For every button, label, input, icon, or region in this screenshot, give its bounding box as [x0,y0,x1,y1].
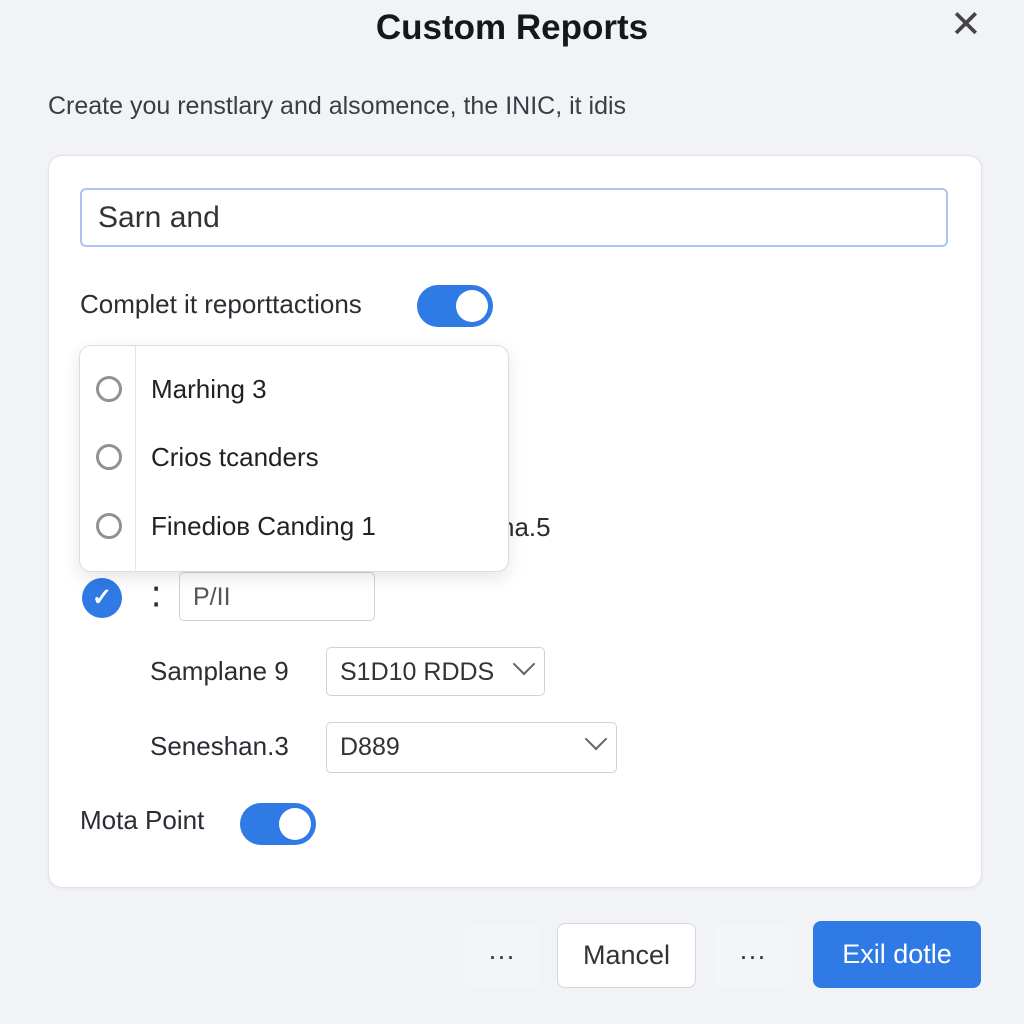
option-label: Crios tcanders [151,442,319,472]
dialog-subtitle: Create you renstlary and alsomence, the … [48,92,627,120]
drag-handle-icon: ⁚ [152,582,161,612]
select1-value: S1D10 RDDS [340,658,495,686]
checkbox-checked[interactable]: ✓ [82,578,122,618]
dialog-title: Custom Reports [375,8,649,47]
radio-icon [96,376,122,402]
small-input[interactable]: P/II [179,572,375,621]
cancel-button[interactable]: Mancel [557,923,696,988]
chevron-down-icon [512,652,536,676]
mota-point-toggle[interactable] [240,803,316,845]
option-label: Marhing 3 [151,374,267,404]
option-label: Finedioв Canding 1 [151,511,376,541]
radio-icon [96,444,122,470]
dropdown-option[interactable]: Crios tcanders [80,429,508,489]
select2-value: D889 [340,733,400,761]
radio-icon [96,513,122,539]
report-actions-toggle[interactable] [417,285,493,327]
toggle-knob [279,808,311,840]
toggle2-label: Mota Point [80,805,205,835]
chevron-down-icon [584,727,608,751]
select1-dropdown[interactable]: S1D10 RDDS [326,647,545,696]
select1-label: Samplane 9 [150,656,289,686]
dropdown-option[interactable]: Finedioв Canding 1 [80,498,508,558]
toggle-label: Complet it reporttactions [80,289,362,319]
select2-label: Seneshan.3 [150,731,289,761]
select2-dropdown[interactable]: D889 [326,722,617,773]
dropdown-option[interactable]: Marhing 3 [80,361,508,421]
primary-button[interactable]: Exil dotle [813,921,981,988]
toggle-knob [456,290,488,322]
more-button[interactable]: ··· [463,925,540,987]
small-input-value: P/II [193,583,231,611]
report-name-input[interactable] [80,188,948,247]
options-dropdown: Marhing 3 Crios tcanders Finedioв Candin… [79,345,509,572]
close-icon[interactable]: ✕ [950,2,982,47]
more-button-2[interactable]: ··· [714,925,791,987]
